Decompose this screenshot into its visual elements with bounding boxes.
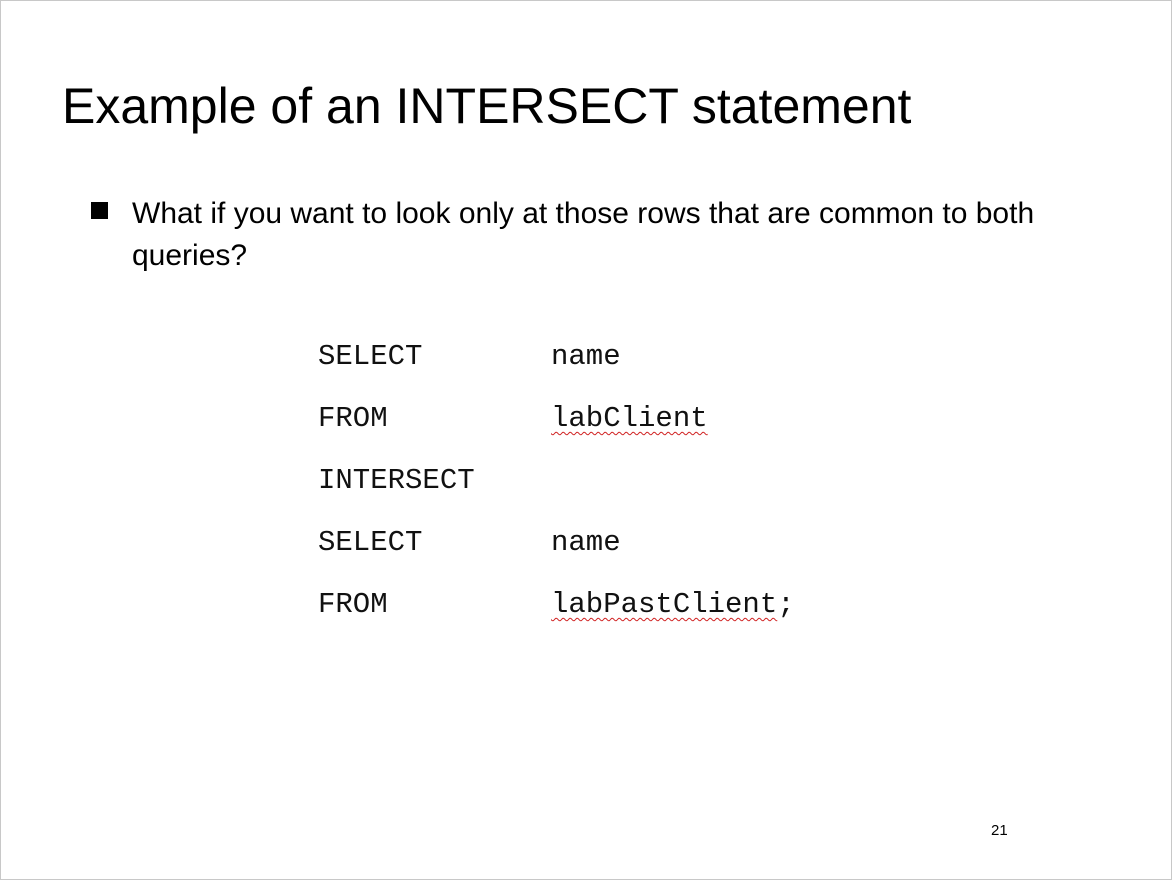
sql-code-block: SELECT name FROM labClient INTERSECT SELEC… [318, 333, 795, 643]
sql-identifier: name [551, 526, 621, 559]
sql-keyword: INTERSECT [318, 464, 475, 497]
slide: Example of an INTERSECT statement What i… [0, 0, 1172, 880]
sql-keyword: FROM [318, 588, 388, 621]
sql-identifier: labClient [551, 402, 708, 435]
sql-keyword: FROM [318, 402, 388, 435]
sql-keyword: SELECT [318, 526, 423, 559]
code-line: INTERSECT [318, 457, 795, 519]
square-bullet-icon [91, 202, 108, 219]
sql-terminator: ; [777, 588, 795, 621]
page-number: 21 [991, 822, 1008, 839]
code-line: SELECT name [318, 333, 795, 395]
bullet-text: What if you want to look only at those r… [132, 197, 1035, 272]
sql-identifier: labPastClient [551, 588, 778, 621]
code-line: SELECT name [318, 519, 795, 581]
sql-identifier: name [551, 340, 621, 373]
sql-keyword: SELECT [318, 340, 423, 373]
code-line: FROM labPastClient; [318, 581, 795, 643]
code-line: FROM labClient [318, 395, 795, 457]
slide-title: Example of an INTERSECT statement [62, 78, 912, 134]
